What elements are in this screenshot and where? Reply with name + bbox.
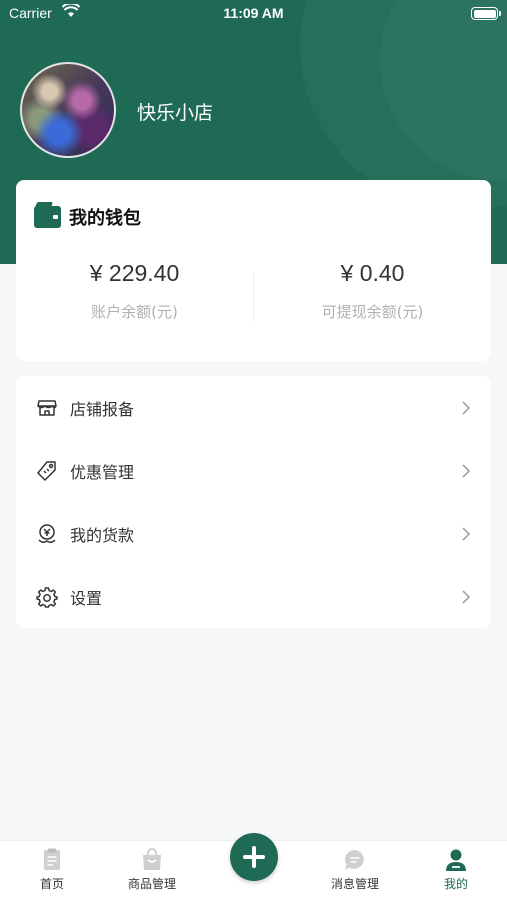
account-balance-label: 账户余额(元) xyxy=(91,303,178,321)
withdrawable-balance[interactable]: ¥ 0.40 可提现余额(元) xyxy=(254,260,491,322)
status-bar: Carrier 11:09 AM xyxy=(0,0,507,28)
money-icon xyxy=(38,523,56,543)
chevron-right-icon xyxy=(462,589,471,604)
menu-item-label: 我的货款 xyxy=(70,525,135,545)
wallet-icon xyxy=(34,206,61,228)
tab-label: 我的 xyxy=(443,877,468,891)
user-icon xyxy=(446,849,466,871)
wallet-title-row: 我的钱包 xyxy=(34,204,141,230)
tab-label: 商品管理 xyxy=(127,877,176,891)
tab-label: 消息管理 xyxy=(330,877,379,891)
menu-item-store-report[interactable]: 店铺报备 xyxy=(16,376,491,439)
tab-mine[interactable]: 我的 xyxy=(416,847,496,892)
document-icon xyxy=(44,848,60,870)
wallet-title: 我的钱包 xyxy=(69,208,141,229)
withdrawable-balance-label: 可提现余额(元) xyxy=(321,303,424,321)
account-balance-amount: ¥ 229.40 xyxy=(89,260,180,286)
menu-item-label: 优惠管理 xyxy=(70,462,135,482)
menu-card: 店铺报备 优惠管理 我的货款 设置 xyxy=(16,376,491,628)
add-button[interactable] xyxy=(230,833,278,881)
menu-item-label: 设置 xyxy=(70,588,103,608)
chevron-right-icon xyxy=(462,463,471,478)
chevron-right-icon xyxy=(462,526,471,541)
status-time: 11:09 AM xyxy=(223,5,284,21)
tag-icon xyxy=(37,460,56,481)
menu-item-label: 店铺报备 xyxy=(70,399,135,419)
chevron-right-icon xyxy=(462,400,471,415)
avatar[interactable] xyxy=(20,62,116,158)
tab-label: 首页 xyxy=(39,877,64,891)
message-icon xyxy=(345,850,364,870)
gear-icon xyxy=(36,586,58,608)
shop-name: 快乐小店 xyxy=(137,102,214,124)
withdrawable-balance-amount: ¥ 0.40 xyxy=(340,260,405,286)
tab-home[interactable]: 首页 xyxy=(12,847,92,892)
account-balance[interactable]: ¥ 229.40 账户余额(元) xyxy=(16,260,253,322)
bag-icon xyxy=(143,848,161,870)
tab-messages[interactable]: 消息管理 xyxy=(315,847,395,892)
battery-icon xyxy=(471,7,501,20)
menu-item-payment[interactable]: 我的货款 xyxy=(16,502,491,565)
tab-products[interactable]: 商品管理 xyxy=(112,847,192,892)
menu-item-discount[interactable]: 优惠管理 xyxy=(16,439,491,502)
store-icon xyxy=(37,399,57,416)
wallet-card[interactable]: 我的钱包 ¥ 229.40 账户余额(元) ¥ 0.40 可提现余额(元) xyxy=(16,180,491,361)
menu-item-settings[interactable]: 设置 xyxy=(16,565,491,628)
